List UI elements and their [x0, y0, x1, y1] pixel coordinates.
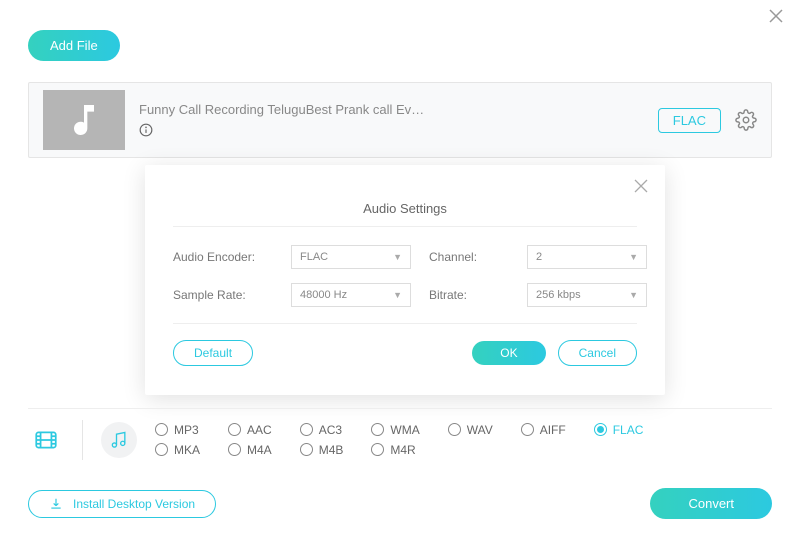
video-tab-icon[interactable] [28, 422, 64, 458]
format-label: AAC [247, 423, 272, 437]
music-note-icon [64, 100, 104, 140]
bitrate-select[interactable]: 256 kbps ▼ [527, 283, 647, 307]
divider [82, 420, 83, 460]
format-radio-m4r[interactable]: M4R [371, 443, 419, 457]
radio-circle-icon [371, 423, 384, 436]
chevron-down-icon: ▼ [393, 252, 402, 262]
format-bar: MP3 AAC AC3 WMA WAV AIFF FLAC MKA M4A M4B M4R [28, 408, 772, 470]
format-label: AC3 [319, 423, 342, 437]
radio-circle-icon [155, 423, 168, 436]
close-icon[interactable] [633, 177, 649, 200]
chevron-down-icon: ▼ [629, 290, 638, 300]
format-label: FLAC [613, 423, 644, 437]
radio-circle-icon [371, 443, 384, 456]
format-radio-wma[interactable]: WMA [371, 423, 419, 437]
file-card: Funny Call Recording TeluguBest Prank ca… [28, 82, 772, 158]
file-thumbnail [43, 90, 125, 150]
default-button[interactable]: Default [173, 340, 253, 366]
download-icon [49, 497, 63, 511]
format-label: WMA [390, 423, 419, 437]
modal-title: Audio Settings [173, 189, 637, 227]
format-label: WAV [467, 423, 493, 437]
format-label: M4R [390, 443, 415, 457]
encoder-value: FLAC [300, 251, 328, 263]
radio-circle-icon [448, 423, 461, 436]
bitrate-value: 256 kbps [536, 289, 581, 301]
channel-select[interactable]: 2▼ [527, 245, 647, 269]
channel-value: 2 [536, 251, 542, 263]
format-label: M4A [247, 443, 272, 457]
channel-label: Channel: [429, 250, 509, 264]
format-label: M4B [319, 443, 344, 457]
encoder-label: Audio Encoder: [173, 250, 273, 264]
format-radio-aac[interactable]: AAC [228, 423, 272, 437]
encoder-select[interactable]: FLAC ▼ [291, 245, 411, 269]
radio-circle-icon [521, 423, 534, 436]
radio-circle-icon [228, 423, 241, 436]
audio-settings-modal: Audio Settings Audio Encoder: FLAC ▼ Chan… [145, 165, 665, 395]
format-radio-mp3[interactable]: MP3 [155, 423, 200, 437]
radio-circle-icon [594, 423, 607, 436]
sample-rate-label: Sample Rate: [173, 288, 273, 302]
radio-circle-icon [155, 443, 168, 456]
cancel-button[interactable]: Cancel [558, 340, 637, 366]
bitrate-label: Bitrate: [429, 288, 509, 302]
bottom-bar: Install Desktop Version Convert [28, 488, 772, 519]
ok-button[interactable]: OK [472, 341, 545, 365]
format-label: MKA [174, 443, 200, 457]
format-radio-mka[interactable]: MKA [155, 443, 200, 457]
format-radio-m4b[interactable]: M4B [300, 443, 344, 457]
convert-button[interactable]: Convert [650, 488, 772, 519]
audio-tab-icon[interactable] [101, 422, 137, 458]
chevron-down-icon: ▼ [629, 252, 638, 262]
format-badge[interactable]: FLAC [658, 108, 721, 133]
add-file-button[interactable]: Add File [28, 30, 120, 61]
format-label: MP3 [174, 423, 199, 437]
file-title: Funny Call Recording TeluguBest Prank ca… [139, 102, 644, 117]
install-desktop-label: Install Desktop Version [73, 497, 195, 511]
gear-icon[interactable] [735, 109, 757, 131]
radio-circle-icon [300, 443, 313, 456]
radio-circle-icon [300, 423, 313, 436]
install-desktop-button[interactable]: Install Desktop Version [28, 490, 216, 518]
format-label: AIFF [540, 423, 566, 437]
format-radio-wav[interactable]: WAV [448, 423, 493, 437]
sample-rate-value: 48000 Hz [300, 289, 347, 301]
format-radio-m4a[interactable]: M4A [228, 443, 272, 457]
format-radio-flac[interactable]: FLAC [594, 423, 644, 437]
sample-rate-select[interactable]: 48000 Hz ▼ [291, 283, 411, 307]
format-radio-aiff[interactable]: AIFF [521, 423, 566, 437]
chevron-down-icon: ▼ [393, 290, 402, 300]
info-icon[interactable] [139, 123, 155, 139]
radio-circle-icon [228, 443, 241, 456]
format-radio-ac3[interactable]: AC3 [300, 423, 344, 437]
app-close-icon[interactable] [768, 8, 784, 29]
